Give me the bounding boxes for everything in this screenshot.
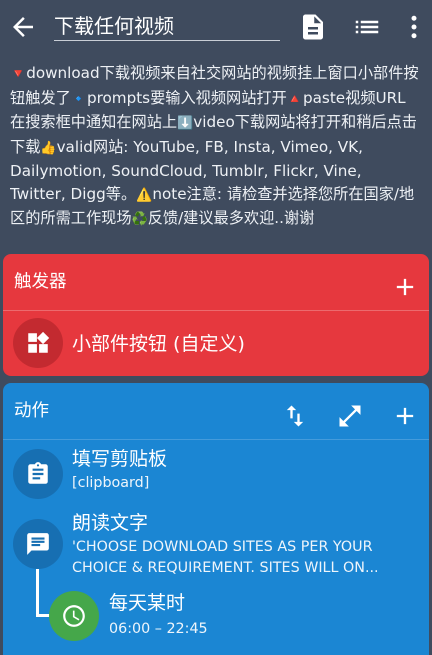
trigger-header: 触发器	[3, 254, 429, 311]
actions-title: 动作	[14, 401, 49, 421]
action-item-speak-text[interactable]: 朗读文字 'CHOOSE DOWNLOAD SITES AS PER YOUR …	[3, 509, 429, 581]
list-icon[interactable]	[352, 12, 382, 42]
document-icon[interactable]	[298, 12, 328, 42]
action-subtitle-line2: CHOICE & REQUIREMENT. SITES WILL ON...	[72, 560, 379, 576]
action-title: 填写剪贴板	[72, 448, 168, 470]
action-subtitle-line1: 'CHOOSE DOWNLOAD SITES AS PER YOUR	[72, 539, 373, 555]
down-arrow-icon: ⬇️	[177, 116, 194, 131]
actions-card: 动作 填写剪贴板 [clipboard] 朗读文字 'CHOOSE DOWNLO…	[3, 383, 429, 655]
add-trigger-icon[interactable]	[391, 268, 419, 296]
constraint-item-time[interactable]: 每天某时 06:00 – 22:45	[3, 587, 429, 649]
add-action-icon[interactable]	[391, 397, 419, 425]
warning-icon: ⚠️	[136, 187, 153, 203]
recycle-icon: ♻️	[131, 212, 148, 227]
actions-header: 动作	[3, 383, 429, 440]
clock-icon	[49, 591, 99, 641]
reorder-icon[interactable]	[281, 397, 309, 427]
red-up-triangle-icon: 🔺	[286, 91, 303, 107]
expand-icon[interactable]	[336, 397, 364, 427]
more-vert-icon[interactable]	[399, 12, 429, 42]
constraint-title: 每天某时	[109, 592, 186, 614]
back-arrow-icon[interactable]	[8, 12, 38, 42]
red-triangle-icon: 🔻	[10, 67, 27, 82]
widgets-icon	[13, 318, 63, 368]
clipboard-icon	[13, 449, 63, 499]
top-bar: 下载任何视频	[0, 0, 432, 54]
trigger-card: 触发器 小部件按钮 (自定义)	[3, 254, 429, 376]
message-icon	[13, 519, 63, 569]
trigger-title: 触发器	[14, 272, 67, 292]
action-item-clipboard[interactable]: 填写剪贴板 [clipboard]	[3, 441, 429, 503]
trigger-item-label: 小部件按钮 (自定义)	[72, 333, 245, 355]
macro-description: 🔻download下载视频来自社交网站的视频挂上窗口小部件按钮触发了🔹promp…	[10, 64, 419, 227]
macro-name-field[interactable]: 下载任何视频	[54, 12, 280, 41]
trigger-item[interactable]: 小部件按钮 (自定义)	[3, 310, 429, 376]
action-title: 朗读文字	[72, 512, 149, 534]
blue-diamond-icon: 🔹	[70, 91, 87, 107]
thumbs-up-icon: 👍	[40, 140, 57, 156]
action-subtitle: [clipboard]	[72, 475, 150, 491]
constraint-subtitle: 06:00 – 22:45	[109, 621, 208, 637]
